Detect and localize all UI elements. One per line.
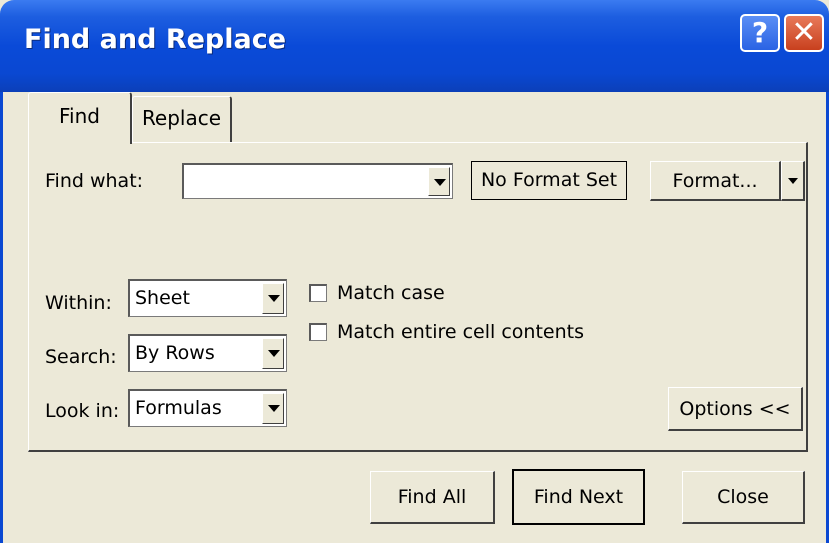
within-dropdown-arrow-icon[interactable] — [262, 283, 284, 314]
within-select[interactable]: Sheet — [128, 279, 287, 317]
look-in-value: Formulas — [135, 397, 222, 419]
look-in-select[interactable]: Formulas — [128, 389, 287, 427]
match-case-label[interactable]: Match case — [337, 282, 445, 304]
look-in-dropdown-arrow-icon[interactable] — [262, 393, 284, 424]
find-replace-dialog: Find and Replace ? ✕ Find Replace Find w… — [0, 0, 829, 543]
find-next-button[interactable]: Find Next — [512, 469, 645, 525]
match-case-checkbox[interactable] — [309, 284, 327, 302]
tab-find-label: Find — [59, 104, 100, 128]
match-entire-checkbox[interactable] — [309, 323, 327, 341]
format-status-preview: No Format Set — [471, 161, 627, 200]
title-bar[interactable]: Find and Replace ? ✕ — [0, 0, 829, 92]
search-select[interactable]: By Rows — [128, 334, 287, 372]
search-value: By Rows — [135, 342, 215, 364]
format-dropdown-arrow-icon — [788, 178, 798, 184]
search-dropdown-arrow-icon[interactable] — [262, 338, 284, 369]
within-value: Sheet — [135, 287, 190, 309]
match-entire-label[interactable]: Match entire cell contents — [337, 321, 584, 343]
look-in-label: Look in: — [45, 400, 120, 422]
help-icon[interactable]: ? — [740, 14, 780, 52]
options-button[interactable]: Options << — [668, 387, 803, 431]
within-label: Within: — [45, 292, 112, 314]
tab-replace[interactable]: Replace — [132, 96, 232, 142]
window-title: Find and Replace — [24, 24, 287, 55]
format-button[interactable]: Format... — [650, 161, 781, 201]
tab-replace-label: Replace — [141, 106, 222, 130]
close-window-icon[interactable]: ✕ — [784, 14, 824, 52]
format-dropdown-button[interactable] — [781, 161, 805, 201]
find-all-button[interactable]: Find All — [370, 471, 495, 524]
close-button[interactable]: Close — [682, 471, 805, 524]
search-label: Search: — [45, 346, 117, 368]
find-what-combo[interactable] — [182, 163, 453, 199]
find-what-dropdown-arrow-icon[interactable] — [428, 167, 450, 196]
find-what-label: Find what: — [45, 170, 144, 192]
tab-find[interactable]: Find — [28, 92, 132, 144]
